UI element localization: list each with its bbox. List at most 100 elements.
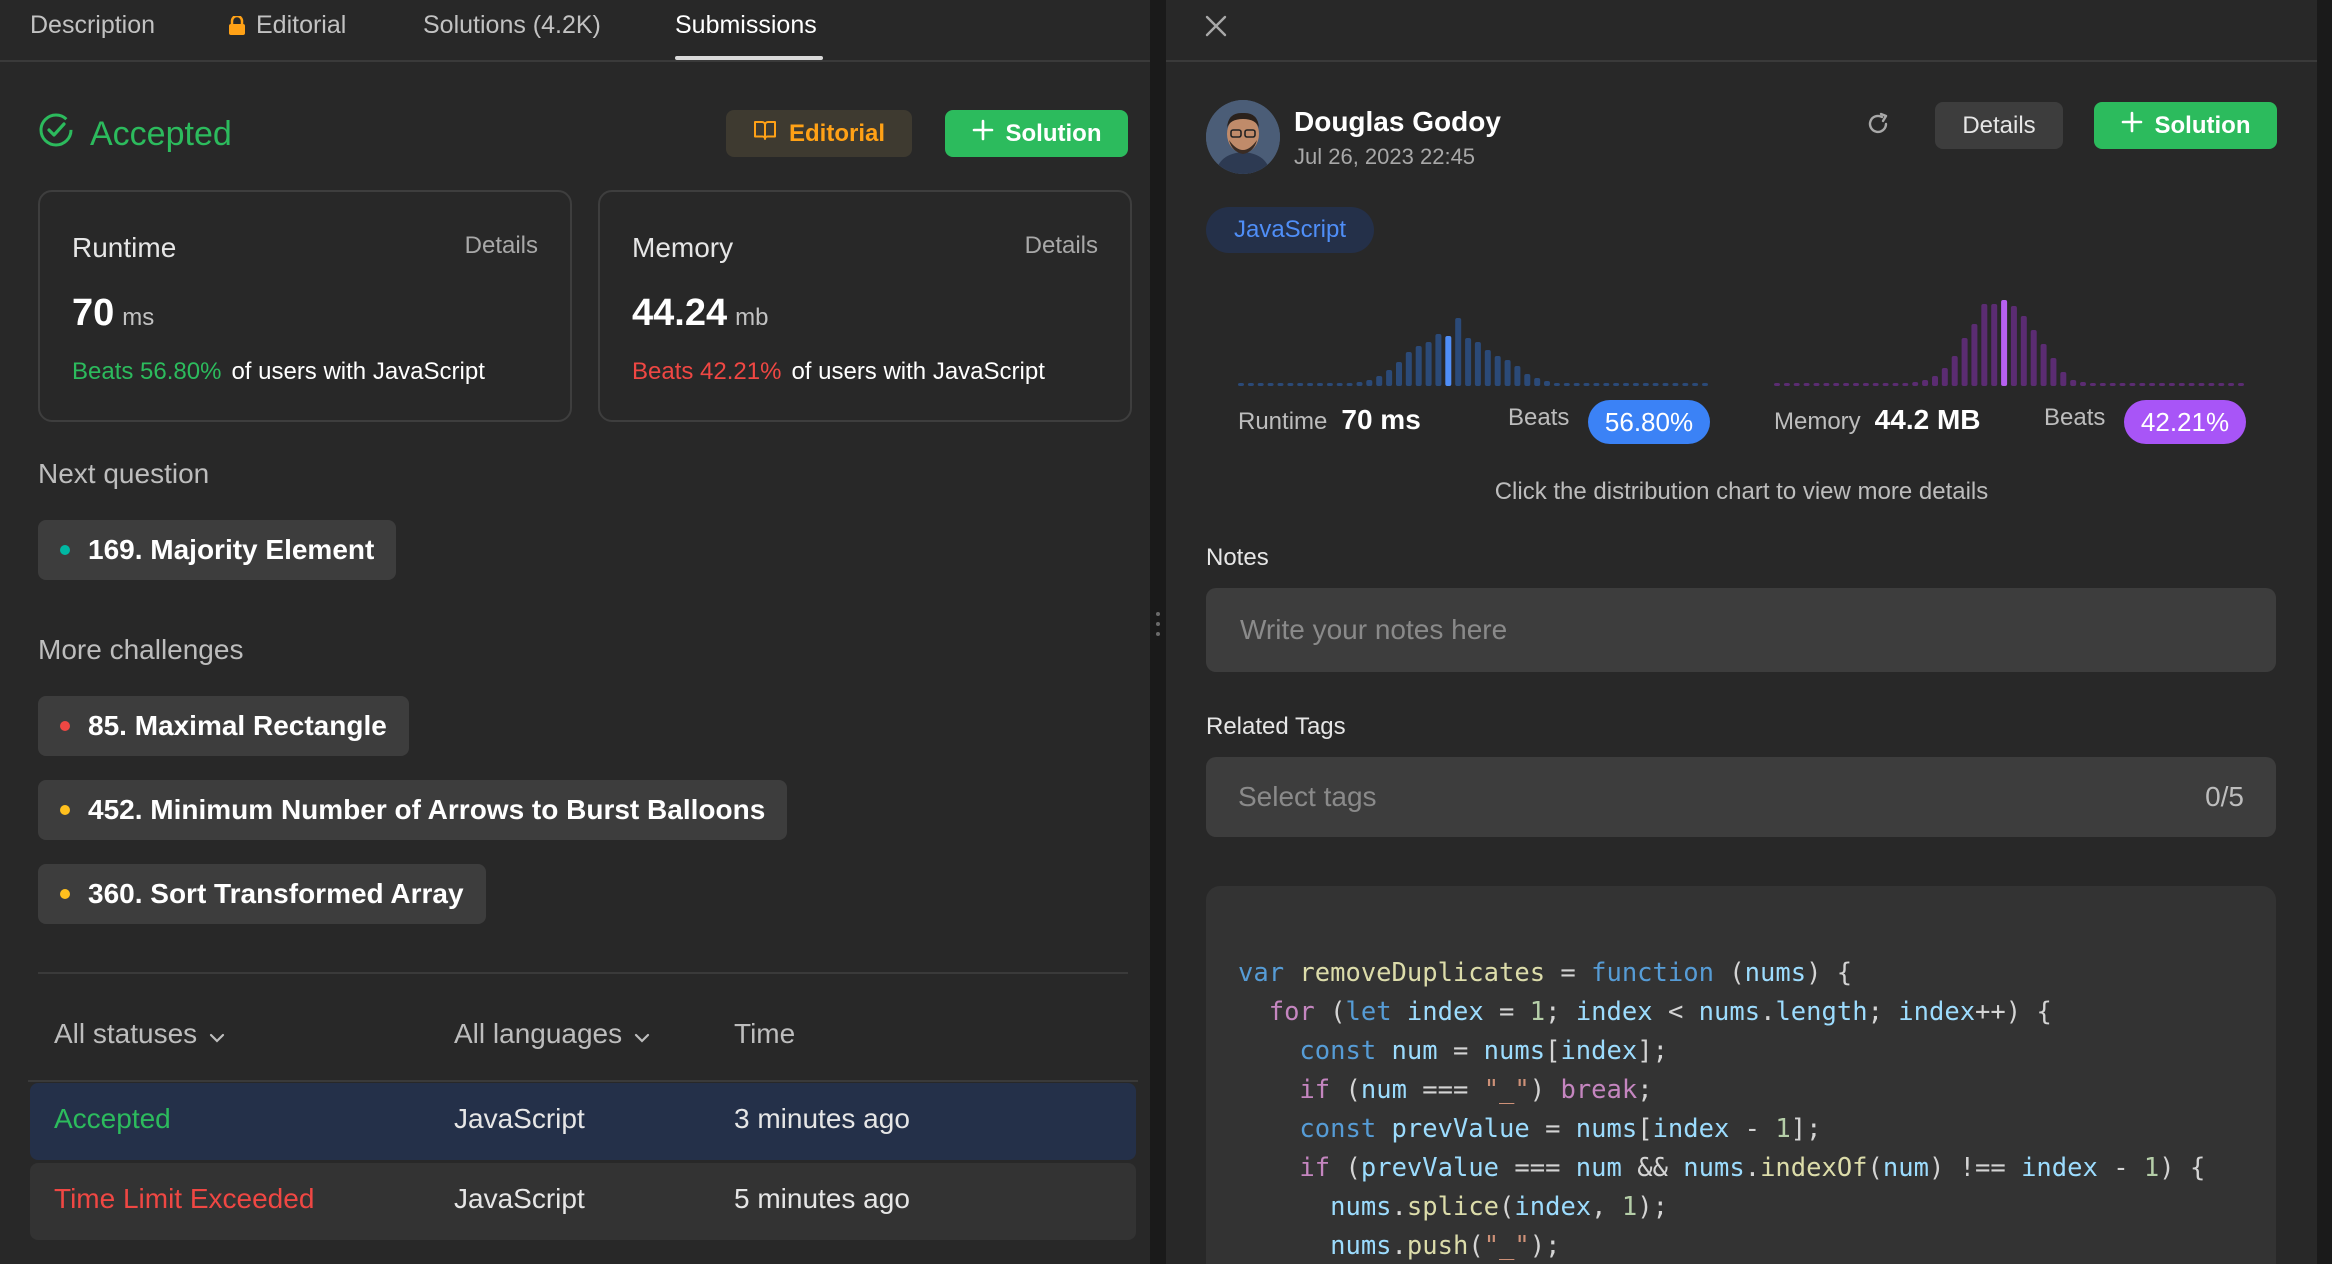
tab-editorial[interactable]: Editorial [228,10,346,60]
editorial-button[interactable]: Editorial [726,110,912,157]
refresh-icon[interactable] [1864,110,1892,143]
submission-row[interactable]: Time Limit Exceeded JavaScript 5 minutes… [30,1163,1136,1240]
distribution-bar [1346,383,1353,386]
related-tags-label: Related Tags [1206,713,1346,740]
distribution-bar [1307,383,1314,386]
next-question-item[interactable]: 169. Majority Element [38,520,397,580]
runtime-card[interactable]: Runtime Details 70 ms Beats 56.80% of user… [38,190,572,422]
distribution-bar [1902,383,1909,386]
memory-beats-badge: 42.21% [2124,400,2246,444]
difficulty-dot-medium [60,889,70,899]
distribution-bar [2168,383,2175,386]
post-solution-button[interactable]: Solution [2094,102,2277,149]
distribution-bar [1247,383,1254,386]
distribution-bar [1843,383,1850,386]
book-icon [753,119,777,148]
submission-row[interactable]: Accepted JavaScript 3 minutes ago [30,1083,1136,1160]
distribution-bar [2010,306,2017,386]
distribution-bar [1484,350,1491,386]
challenge-item[interactable]: 360. Sort Transformed Array [38,864,486,924]
distribution-bar [1872,383,1879,386]
distribution-bar [1267,383,1274,386]
memory-details-link[interactable]: Details [1025,232,1098,260]
distribution-bar [2198,383,2205,386]
distribution-bar [1991,304,1998,386]
distribution-bar [2070,380,2077,386]
distribution-bar [1971,324,1978,386]
distribution-bar [1882,383,1889,386]
distribution-bar [2159,383,2165,386]
distribution-bar [2080,382,2086,386]
distribution-bar [1642,383,1649,386]
distribution-bar [1524,374,1531,386]
tab-submissions[interactable]: Submissions [675,10,817,60]
distribution-bar [1494,356,1501,386]
distribution-bar [1415,346,1422,386]
author-name[interactable]: Douglas Godoy [1294,106,1501,138]
plus-icon [972,119,994,148]
distribution-bar [1941,368,1948,386]
left-panel: Description Editorial Solutions (4.2K) S… [0,0,1150,1264]
distribution-bar [1386,370,1393,386]
memory-card[interactable]: Memory Details 44.24 mb Beats 42.21% of us… [598,190,1132,422]
challenge-item[interactable]: 452. Minimum Number of Arrows to Burst B… [38,780,788,840]
distribution-bar [1813,383,1820,386]
distribution-bar [1563,383,1570,386]
time-column-header: Time [734,1018,796,1049]
distribution-bar [2208,383,2215,386]
drag-handle-icon [1156,612,1160,642]
status-filter-dropdown[interactable]: All statuses [54,1018,225,1050]
difficulty-dot-easy [60,545,70,555]
distribution-bar [1603,383,1610,386]
notes-input[interactable]: Write your notes here [1206,588,2276,672]
distribution-bar [2099,383,2106,386]
distribution-bar [2178,383,2185,386]
table-header-divider [28,1080,1138,1082]
runtime-beats-label: Beats [1508,404,1570,431]
avatar [1206,100,1280,174]
close-icon[interactable] [1204,10,1228,44]
distribution-bar [1356,382,1363,386]
tab-solutions[interactable]: Solutions (4.2K) [423,10,601,60]
lock-icon [228,13,246,43]
challenge-label: 360. Sort Transformed Array [88,878,464,909]
distribution-bar [1376,376,1383,386]
distribution-bar [1534,378,1541,386]
details-button[interactable]: Details [1935,102,2063,149]
runtime-summary: Runtime 70 ms [1238,404,1421,435]
distribution-bar [1366,380,1373,386]
distribution-bar [1961,338,1968,386]
distribution-bar [1833,383,1840,386]
challenge-item[interactable]: 85. Maximal Rectangle [38,696,409,756]
submission-status: Accepted [38,112,232,157]
distribution-bar [1613,383,1620,386]
runtime-distribution-chart[interactable] [1238,300,1708,390]
distribution-bar [1783,383,1790,386]
language-filter-dropdown[interactable]: All languages [454,1018,650,1050]
distribution-bar [1544,381,1550,386]
memory-distribution-chart[interactable] [1774,300,2244,390]
solution-button[interactable]: Solution [945,110,1128,157]
distribution-bar [1514,366,1521,386]
distribution-bar [2050,358,2057,386]
distribution-bar [2040,344,2047,386]
right-panel: Douglas Godoy Jul 26, 2023 22:45 Details… [1166,0,2317,1264]
more-challenges-heading: More challenges [38,634,244,665]
detail-header-bar [1166,0,2317,62]
submission-time: 5 minutes ago [734,1183,910,1214]
distribution-bar [1774,383,1780,386]
tab-description[interactable]: Description [30,10,155,60]
submission-language: JavaScript [454,1183,585,1214]
distribution-hint: Click the distribution chart to view mor… [1494,478,1989,505]
distribution-bar [2030,330,2037,386]
distribution-bar [1912,382,1919,386]
distribution-bar [1238,383,1244,386]
submission-status: Time Limit Exceeded [54,1183,315,1214]
distribution-bar [1396,362,1402,386]
distribution-bar [1892,383,1899,386]
runtime-details-link[interactable]: Details [465,232,538,260]
pane-resize-handle[interactable] [1150,0,1166,1264]
distribution-bar [1662,383,1669,386]
tags-select[interactable]: Select tags 0/5 [1206,757,2276,837]
distribution-bar [1692,383,1699,386]
